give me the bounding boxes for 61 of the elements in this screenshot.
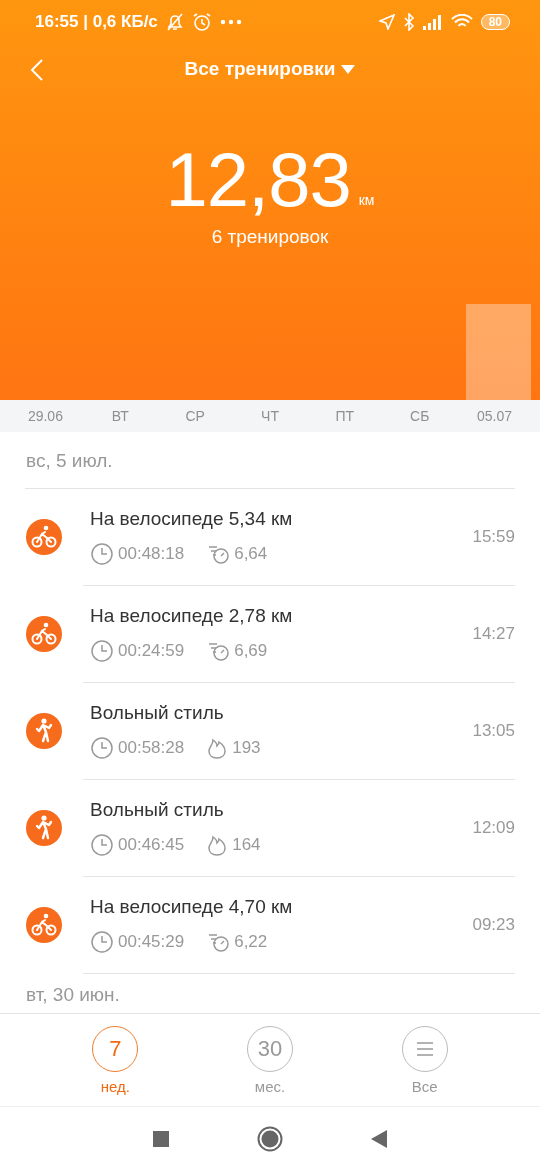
workout-stat: 164 — [232, 835, 261, 855]
workout-stat: 193 — [232, 738, 261, 758]
clock-icon — [90, 542, 114, 566]
alarm-icon — [191, 12, 212, 32]
location-icon — [378, 14, 395, 30]
battery-level: 80 — [480, 14, 510, 30]
workout-title: На велосипеде 4,70 км — [90, 896, 294, 918]
workout-time: 09:23 — [472, 915, 515, 935]
bluetooth-icon — [402, 13, 415, 31]
more-icon — [219, 19, 242, 25]
clock-icon — [90, 833, 114, 857]
cycling-icon — [26, 907, 62, 943]
workout-stat: 6,22 — [234, 932, 268, 952]
cycling-icon — [26, 519, 62, 555]
workout-stat: 6,64 — [234, 544, 268, 564]
day-label: ВТ — [110, 408, 130, 424]
workout-title: На велосипеде 2,78 км — [90, 605, 294, 627]
workout-item[interactable]: Вольный стиль 00:46:45 164 12:09 — [83, 780, 515, 877]
bell-off-icon — [165, 12, 184, 32]
distance-unit: км — [358, 192, 375, 208]
day-label: ПТ — [334, 408, 356, 424]
signal-icon — [422, 14, 443, 30]
workout-time: 13:05 — [472, 721, 515, 741]
workout-stat: 00:24:59 — [118, 641, 185, 661]
flame-icon — [206, 736, 229, 760]
person-icon — [26, 713, 62, 749]
workout-time: 15:59 — [472, 527, 515, 547]
workout-stat: 00:48:18 — [118, 544, 185, 564]
workout-count: 6 тренировок — [211, 226, 329, 248]
clock-icon — [90, 930, 114, 954]
clock-icon — [90, 639, 114, 663]
workout-title: Вольный стиль — [90, 702, 225, 724]
total-distance: 12,83 — [165, 142, 351, 218]
workout-stat: 6,69 — [234, 641, 268, 661]
workout-time: 12:09 — [472, 818, 515, 838]
workout-title: На велосипеде 5,34 км — [90, 508, 294, 530]
clock-icon — [90, 736, 114, 760]
dropdown-caret-icon[interactable] — [341, 64, 356, 74]
workout-item[interactable]: На велосипеде 5,34 км 00:48:18 6,64 15:59 — [83, 489, 515, 586]
person-icon — [26, 810, 62, 846]
menu-icon — [415, 1041, 434, 1056]
workout-stat: 00:46:45 — [118, 835, 185, 855]
day-label: СР — [184, 408, 206, 424]
home-icon[interactable] — [257, 1126, 283, 1152]
day-label: ЧТ — [260, 408, 280, 424]
day-label: 29.06 — [26, 408, 64, 424]
workout-item[interactable]: На велосипеде 2,78 км 00:24:59 6,69 14:27 — [83, 586, 515, 683]
date-header: вт, 30 июн. — [25, 983, 121, 1007]
day-label: СБ — [409, 408, 431, 424]
cycling-icon — [26, 616, 62, 652]
status-time: 16:55 | 0,6 КБ/с — [35, 12, 158, 32]
date-header: вс, 5 июл. — [25, 449, 114, 473]
workout-item[interactable]: На велосипеде 4,70 км 00:45:29 6,22 09:23 — [83, 877, 515, 974]
back-icon[interactable] — [371, 1130, 387, 1148]
day-label: 05.07 — [476, 408, 514, 424]
workout-stat: 00:58:28 — [118, 738, 185, 758]
workout-title: Вольный стиль — [90, 799, 225, 821]
workout-time: 14:27 — [472, 624, 515, 644]
workout-stat: 00:45:29 — [118, 932, 185, 952]
workout-item[interactable]: Вольный стиль 00:58:28 193 13:05 — [83, 683, 515, 780]
flame-icon — [206, 833, 229, 857]
